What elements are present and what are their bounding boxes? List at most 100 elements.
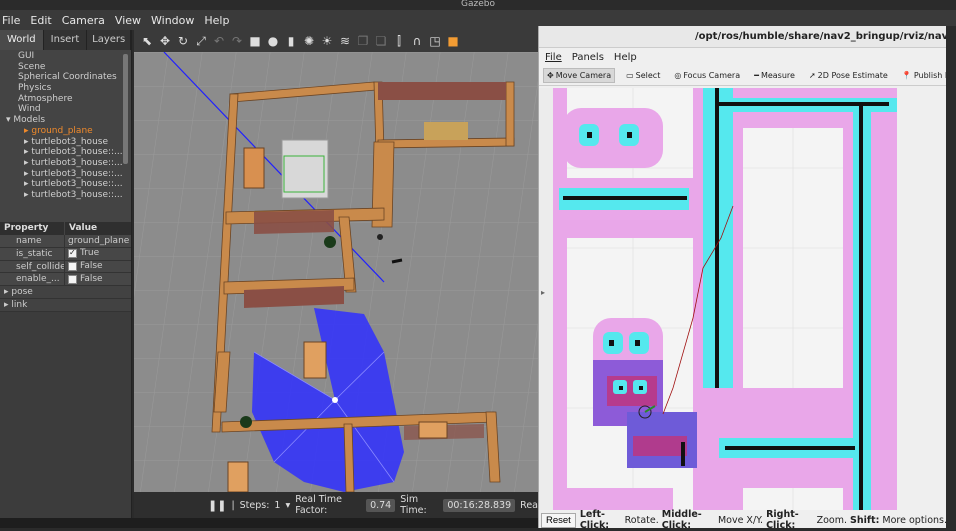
tree-item[interactable]: ▸ turtlebot3_house::... <box>0 179 131 190</box>
tree-item[interactable]: ▸ turtlebot3_house::... <box>0 147 131 158</box>
tree-item[interactable]: ▾ Models <box>0 115 131 126</box>
tree-item[interactable]: Physics <box>0 83 131 94</box>
expand-panel-icon[interactable]: ▸ <box>541 288 545 297</box>
steps-dropdown-icon[interactable]: ▾ <box>285 500 290 511</box>
property-group[interactable]: ▸ link <box>0 299 131 313</box>
property-row[interactable]: self_collide False <box>0 260 131 274</box>
focus-camera-icon: ◎ <box>674 71 682 80</box>
rviz-menu-panels[interactable]: Panels <box>572 52 604 63</box>
rviz-tool-move-camera[interactable]: ✥ Move Camera <box>543 68 616 83</box>
tree-item[interactable]: ▸ turtlebot3_house::... <box>0 190 131 201</box>
tree-item[interactable]: ▸ turtlebot3_house <box>0 137 131 148</box>
rtf-value: 0.74 <box>366 498 396 512</box>
rviz-toolbar: ✥ Move Camera ▭ Select ◎ Focus Camera ━ Measure… <box>539 66 956 86</box>
property-value-text: ground_plane <box>68 235 130 246</box>
property-value[interactable]: False <box>65 261 131 273</box>
shift-help: More options. <box>879 514 947 526</box>
shift-label: Shift: <box>850 514 880 526</box>
tab-insert[interactable]: Insert <box>44 30 88 50</box>
rviz-tool-measure[interactable]: ━ Measure <box>751 69 798 82</box>
rviz-tool-label: Select <box>635 71 661 80</box>
property-value[interactable]: False <box>65 273 131 285</box>
tree-item[interactable]: Wind <box>0 104 131 115</box>
property-value[interactable]: ground_plane <box>65 235 131 247</box>
rotate-icon[interactable]: ↻ <box>176 34 190 48</box>
property-value[interactable]: True <box>65 248 131 260</box>
gazebo-status-bar: ❚❚ | Steps: 1 ▾ Real Time Factor: 0.74 S… <box>134 492 538 518</box>
real-time-label: Rea <box>520 499 538 511</box>
tab-layers[interactable]: Layers <box>87 30 132 50</box>
property-checkbox[interactable] <box>68 248 77 260</box>
rviz-tool-label: Measure <box>760 71 795 80</box>
rviz-menu-help[interactable]: Help <box>614 52 637 63</box>
box-shape-icon[interactable]: ■ <box>248 34 262 48</box>
select-icon: ▭ <box>626 71 634 80</box>
cylinder-shape-icon[interactable]: ▮ <box>284 34 298 48</box>
sphere-shape-icon[interactable]: ● <box>266 34 280 48</box>
menu-edit[interactable]: Edit <box>30 14 51 27</box>
scale-icon[interactable]: ⤢ <box>194 34 208 48</box>
property-header: Property Value <box>0 222 131 235</box>
property-value-text: False <box>80 273 103 284</box>
menu-window[interactable]: Window <box>151 14 194 27</box>
translate-icon[interactable]: ✥ <box>158 34 172 48</box>
steps-value[interactable]: 1 <box>274 500 280 511</box>
menu-camera[interactable]: Camera <box>62 14 105 27</box>
gazebo-3d-viewport[interactable] <box>134 52 538 492</box>
point-light-icon[interactable]: ✺ <box>302 34 316 48</box>
property-group[interactable]: ▸ pose <box>0 286 131 300</box>
select-arrow-icon[interactable]: ⬉ <box>140 34 154 48</box>
property-checkbox[interactable] <box>68 261 77 271</box>
menu-view[interactable]: View <box>115 14 141 27</box>
tree-item[interactable]: Scene <box>0 62 131 73</box>
property-key: name <box>0 235 65 247</box>
tree-item[interactable]: ▸ turtlebot3_house::... <box>0 158 131 169</box>
copy-icon[interactable]: ❐ <box>356 34 370 48</box>
rviz-title: /opt/ros/humble/share/nav2_bringup/rviz/… <box>539 26 946 48</box>
property-key: self_collide <box>0 260 65 273</box>
rviz-map-view[interactable] <box>553 88 897 510</box>
tree-item[interactable]: Spherical Coordinates <box>0 72 131 83</box>
menu-help[interactable]: Help <box>204 14 229 27</box>
screenshot-icon[interactable]: ■ <box>446 34 460 48</box>
rviz-left-collapsed-panel[interactable]: ▸ <box>539 88 553 510</box>
property-value-text: True <box>80 248 100 259</box>
tree-item[interactable]: Atmosphere <box>0 94 131 105</box>
move-camera-icon: ✥ <box>547 71 554 80</box>
tree-item[interactable]: ▸ ground_plane <box>0 126 131 137</box>
property-row[interactable]: enable_... False <box>0 273 131 287</box>
redo-icon[interactable]: ↷ <box>230 34 244 48</box>
tab-world[interactable]: World <box>0 30 44 50</box>
steps-label: Steps: <box>239 499 270 511</box>
pause-icon[interactable]: ❚❚ <box>208 499 226 512</box>
paste-icon[interactable]: ❏ <box>374 34 388 48</box>
reset-button[interactable]: Reset <box>541 512 576 528</box>
undo-icon[interactable]: ↶ <box>212 34 226 48</box>
property-row[interactable]: name ground_plane <box>0 235 131 248</box>
tree-item[interactable]: GUI <box>0 51 131 62</box>
property-row[interactable]: is_static True <box>0 247 131 261</box>
rviz-tool-pose-estimate[interactable]: ➚ 2D Pose Estimate <box>806 69 891 82</box>
property-key: enable_... <box>0 273 65 286</box>
step-button[interactable]: | <box>231 500 234 511</box>
menu-file[interactable]: File <box>2 14 20 27</box>
rtf-label: Real Time Factor: <box>295 494 342 516</box>
rviz-menubar: File Panels Help <box>539 48 946 66</box>
change-view-icon[interactable]: ◳ <box>428 34 442 48</box>
rviz-tool-select[interactable]: ▭ Select <box>623 69 663 82</box>
rviz-menu-file[interactable]: File <box>545 52 562 63</box>
tree-item[interactable]: ▸ turtlebot3_house::... <box>0 169 131 180</box>
directional-light-icon[interactable]: ≋ <box>338 34 352 48</box>
align-icon[interactable]: ⫿ <box>392 34 406 48</box>
snap-icon[interactable]: ∩ <box>410 34 424 48</box>
left-click-help: Rotate. <box>621 514 662 526</box>
spot-light-icon[interactable]: ☀ <box>320 34 334 48</box>
gazebo-scene <box>134 52 538 492</box>
rviz-tool-focus-camera[interactable]: ◎ Focus Camera <box>671 69 743 82</box>
sim-time-value: 00:16:28.839 <box>443 498 516 512</box>
property-empty-area <box>0 312 131 523</box>
tree-scrollbar[interactable] <box>123 54 128 164</box>
right-click-help: Zoom. <box>813 514 851 526</box>
property-table: nameground_planeis_staticTrueself_collid… <box>0 235 131 287</box>
property-checkbox[interactable] <box>68 274 77 284</box>
